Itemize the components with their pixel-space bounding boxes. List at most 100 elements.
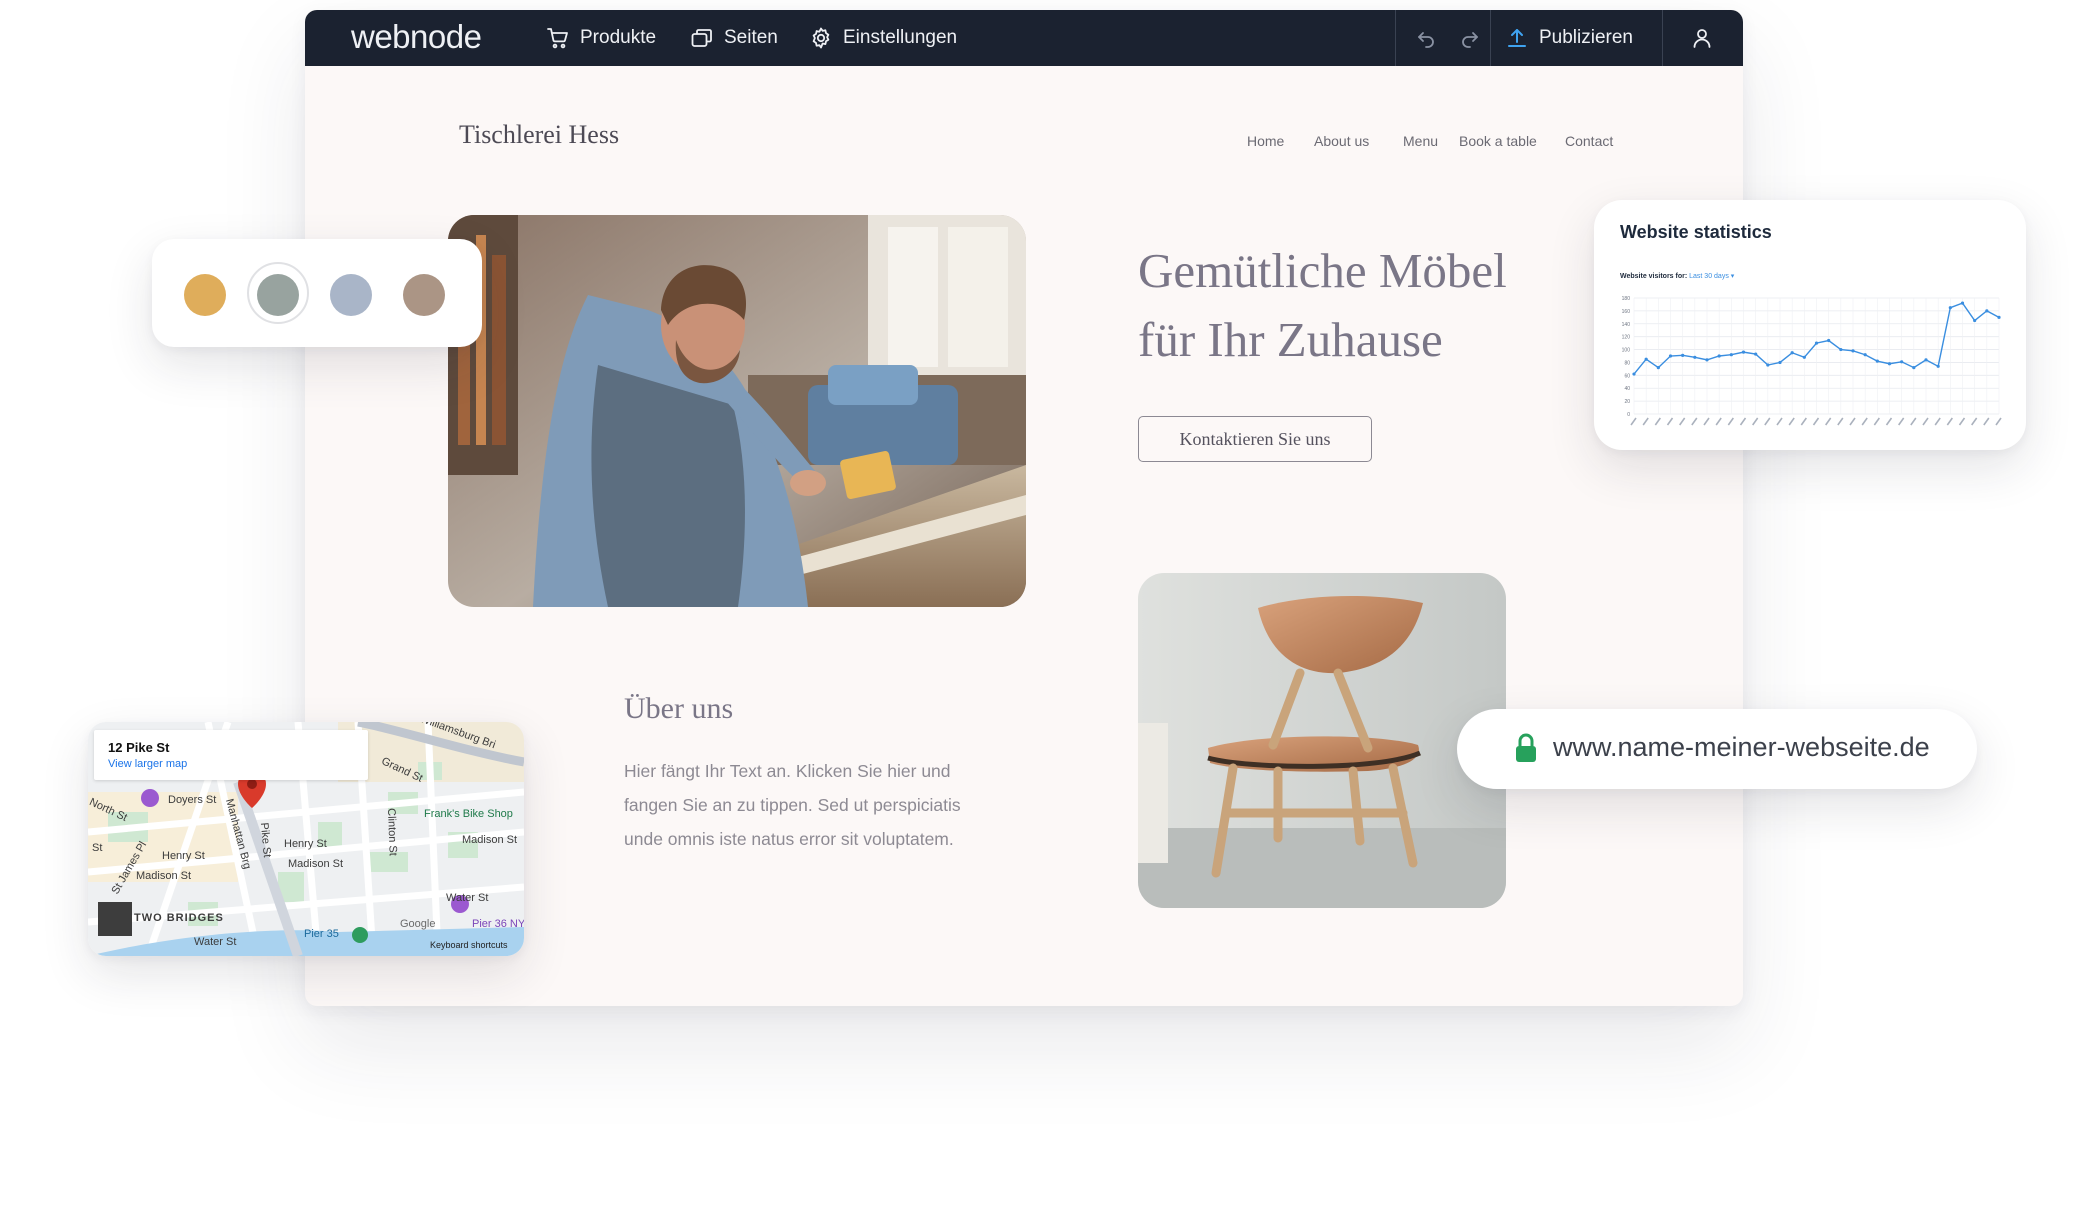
stats-title: Website statistics bbox=[1620, 222, 1772, 242]
x-tick-mark bbox=[1971, 417, 1978, 426]
x-tick-mark bbox=[1922, 417, 1929, 426]
data-point[interactable] bbox=[1875, 359, 1879, 363]
nav-item-menu[interactable]: Menu bbox=[1403, 133, 1438, 149]
publish-label: Publizieren bbox=[1539, 27, 1633, 48]
toolbar-divider bbox=[1395, 10, 1396, 66]
data-point[interactable] bbox=[1851, 349, 1855, 353]
data-point[interactable] bbox=[1887, 362, 1892, 366]
stats-subtitle-prefix: Website visitors for: bbox=[1620, 273, 1688, 280]
data-point[interactable] bbox=[1790, 351, 1794, 355]
map-card[interactable]: Williamsburg Bri Grand St Doyers St Nort… bbox=[88, 722, 524, 956]
x-tick-mark bbox=[1885, 417, 1893, 426]
hero-headline[interactable]: Gemütliche Möbel für Ihr Zuhause bbox=[1138, 236, 1598, 374]
editor-toolbar: webnode Produkte Seiten Einstellungen Pu… bbox=[305, 10, 1743, 66]
data-point[interactable] bbox=[1985, 309, 1989, 313]
x-tick-mark bbox=[1910, 417, 1917, 426]
data-point[interactable] bbox=[1668, 354, 1673, 358]
user-icon[interactable] bbox=[1690, 26, 1714, 50]
data-point[interactable] bbox=[1936, 364, 1940, 368]
settings-menu[interactable]: Einstellungen bbox=[809, 26, 957, 50]
domain-card: www.name-meiner-webseite.de bbox=[1457, 709, 1977, 789]
webnode-logo[interactable]: webnode bbox=[351, 18, 482, 56]
data-point[interactable] bbox=[1924, 358, 1928, 362]
map-label-clinton: Clinton St bbox=[385, 807, 399, 857]
undo-icon[interactable] bbox=[1414, 26, 1438, 50]
data-point[interactable] bbox=[1729, 353, 1733, 357]
lock-icon bbox=[1516, 733, 1536, 762]
nav-item-about[interactable]: About us bbox=[1314, 133, 1369, 149]
nav-item-book-table[interactable]: Book a table bbox=[1459, 133, 1537, 149]
publish-button[interactable]: Publizieren bbox=[1505, 26, 1633, 50]
data-point[interactable] bbox=[1778, 360, 1782, 365]
domain-url[interactable]: www.name-meiner-webseite.de bbox=[1553, 732, 1930, 763]
x-tick-mark bbox=[1861, 417, 1868, 426]
y-tick-label: 140 bbox=[1622, 322, 1631, 328]
products-menu[interactable]: Produkte bbox=[546, 26, 656, 50]
x-tick-mark bbox=[1752, 417, 1759, 426]
map-label-water-1: Water St bbox=[446, 892, 489, 904]
about-title[interactable]: Über uns bbox=[624, 692, 733, 726]
y-tick-label: 100 bbox=[1622, 348, 1631, 354]
x-tick-mark bbox=[1995, 417, 2002, 426]
map-label-henry-2: Henry St bbox=[284, 838, 327, 850]
data-point[interactable] bbox=[1802, 355, 1806, 359]
chair-photo[interactable] bbox=[1138, 573, 1506, 908]
carpenter-illustration bbox=[448, 215, 1026, 607]
swatch-sage[interactable] bbox=[257, 274, 299, 316]
data-point[interactable] bbox=[1644, 357, 1648, 361]
keyboard-shortcuts-link[interactable]: Keyboard shortcuts bbox=[430, 940, 508, 950]
data-point[interactable] bbox=[1827, 338, 1831, 343]
x-tick-mark bbox=[1837, 417, 1844, 426]
x-tick-mark bbox=[1691, 417, 1698, 426]
data-point[interactable] bbox=[1997, 315, 2001, 319]
data-point[interactable] bbox=[1973, 318, 1977, 323]
data-point[interactable] bbox=[1863, 353, 1867, 357]
data-point[interactable] bbox=[1693, 355, 1697, 359]
google-logo: Google bbox=[400, 918, 436, 930]
about-text[interactable]: Hier fängt Ihr Text an. Klicken Sie hier… bbox=[624, 754, 1004, 856]
map-label-madison-2: Madison St bbox=[288, 858, 344, 870]
y-tick-label: 120 bbox=[1622, 335, 1631, 341]
visitors-line-chart: 0 20 40 60 80 100 120 140 160 180 bbox=[1622, 296, 2002, 426]
data-point[interactable] bbox=[1741, 350, 1746, 354]
carpenter-photo[interactable] bbox=[448, 215, 1026, 607]
color-palette-card bbox=[152, 239, 482, 347]
pages-menu[interactable]: Seiten bbox=[690, 26, 778, 50]
x-tick-mark bbox=[1654, 417, 1661, 426]
data-point[interactable] bbox=[1900, 360, 1904, 364]
x-tick-mark bbox=[1764, 417, 1771, 426]
redo-icon[interactable] bbox=[1458, 26, 1482, 50]
data-point[interactable] bbox=[1656, 366, 1660, 370]
x-tick-mark bbox=[1715, 417, 1722, 426]
data-point[interactable] bbox=[1948, 306, 1952, 310]
data-point[interactable] bbox=[1754, 352, 1758, 356]
swatch-blue-grey[interactable] bbox=[330, 274, 372, 316]
website-statistics-card: Website statistics Website visitors for:… bbox=[1594, 200, 2026, 450]
data-point[interactable] bbox=[1766, 363, 1770, 367]
map-label-madison-3: Madison St bbox=[462, 834, 518, 846]
x-tick-mark bbox=[1849, 417, 1856, 426]
contact-button[interactable]: Kontaktieren Sie uns bbox=[1138, 416, 1372, 462]
x-tick-mark bbox=[1825, 417, 1832, 426]
view-larger-map-link[interactable]: View larger map bbox=[108, 758, 187, 770]
data-point[interactable] bbox=[1912, 366, 1916, 370]
swatch-gold[interactable] bbox=[184, 274, 226, 316]
site-title[interactable]: Tischlerei Hess bbox=[459, 120, 619, 150]
data-point[interactable] bbox=[1705, 358, 1709, 362]
nav-item-home[interactable]: Home bbox=[1247, 133, 1284, 149]
data-point[interactable] bbox=[1839, 347, 1843, 352]
y-tick-label: 80 bbox=[1624, 360, 1630, 366]
y-tick-label: 40 bbox=[1624, 386, 1630, 392]
x-tick-mark bbox=[1946, 417, 1953, 426]
nav-item-contact[interactable]: Contact bbox=[1565, 133, 1613, 149]
data-point[interactable] bbox=[1717, 354, 1721, 358]
x-tick-mark bbox=[1679, 417, 1686, 426]
headline-line-2: für Ihr Zuhause bbox=[1138, 312, 1443, 367]
data-point[interactable] bbox=[1814, 341, 1819, 345]
swatch-taupe[interactable] bbox=[403, 274, 445, 316]
map-label-pier35: Pier 35 bbox=[304, 928, 339, 940]
stats-period-dropdown[interactable]: Last 30 days ▾ bbox=[1689, 273, 1734, 280]
data-point[interactable] bbox=[1960, 301, 1965, 305]
data-point[interactable] bbox=[1632, 372, 1636, 376]
data-point[interactable] bbox=[1681, 353, 1685, 357]
